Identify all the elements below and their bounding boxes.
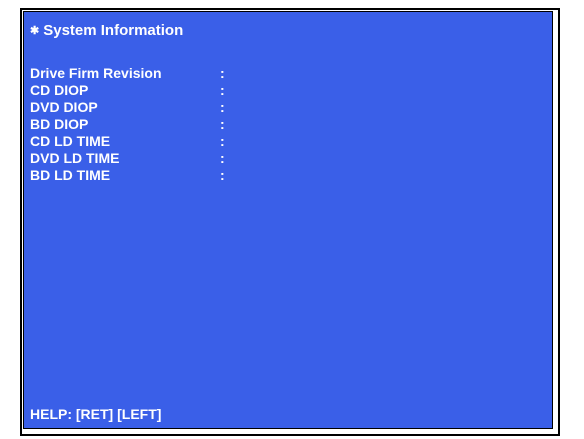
page-title-text: System Information bbox=[43, 22, 184, 39]
info-separator: : bbox=[220, 115, 225, 132]
info-label: DVD LD TIME bbox=[30, 149, 120, 166]
info-label: BD LD TIME bbox=[30, 166, 111, 183]
info-list: Drive Firm Revision : CD DIOP : DVD DIOP… bbox=[30, 64, 232, 183]
info-row-drive-firm-revision: Drive Firm Revision : bbox=[30, 64, 232, 81]
info-row-dvd-ld-time: DVD LD TIME : bbox=[30, 149, 232, 166]
info-row-dvd-diop: DVD DIOP : bbox=[30, 98, 232, 115]
info-row-cd-diop: CD DIOP : bbox=[30, 81, 232, 98]
info-label: BD DIOP bbox=[30, 115, 89, 132]
info-label: Drive Firm Revision bbox=[30, 64, 162, 81]
info-separator: : bbox=[220, 98, 225, 115]
system-info-screen: ✱ System Information Drive Firm Revision… bbox=[23, 11, 553, 429]
info-separator: : bbox=[220, 132, 225, 149]
info-row-bd-diop: BD DIOP : bbox=[30, 115, 232, 132]
help-hint: HELP: [RET] [LEFT] bbox=[30, 406, 162, 422]
info-label: CD LD TIME bbox=[30, 132, 111, 149]
info-separator: : bbox=[220, 149, 225, 166]
info-label: DVD DIOP bbox=[30, 98, 98, 115]
info-label: CD DIOP bbox=[30, 81, 89, 98]
info-row-cd-ld-time: CD LD TIME : bbox=[30, 132, 232, 149]
info-separator: : bbox=[220, 64, 225, 81]
info-row-bd-ld-time: BD LD TIME : bbox=[30, 166, 232, 183]
info-separator: : bbox=[220, 81, 225, 98]
info-separator: : bbox=[220, 166, 225, 183]
asterisk-bullet-icon: ✱ bbox=[30, 25, 40, 37]
page-title: ✱ System Information bbox=[30, 22, 183, 39]
